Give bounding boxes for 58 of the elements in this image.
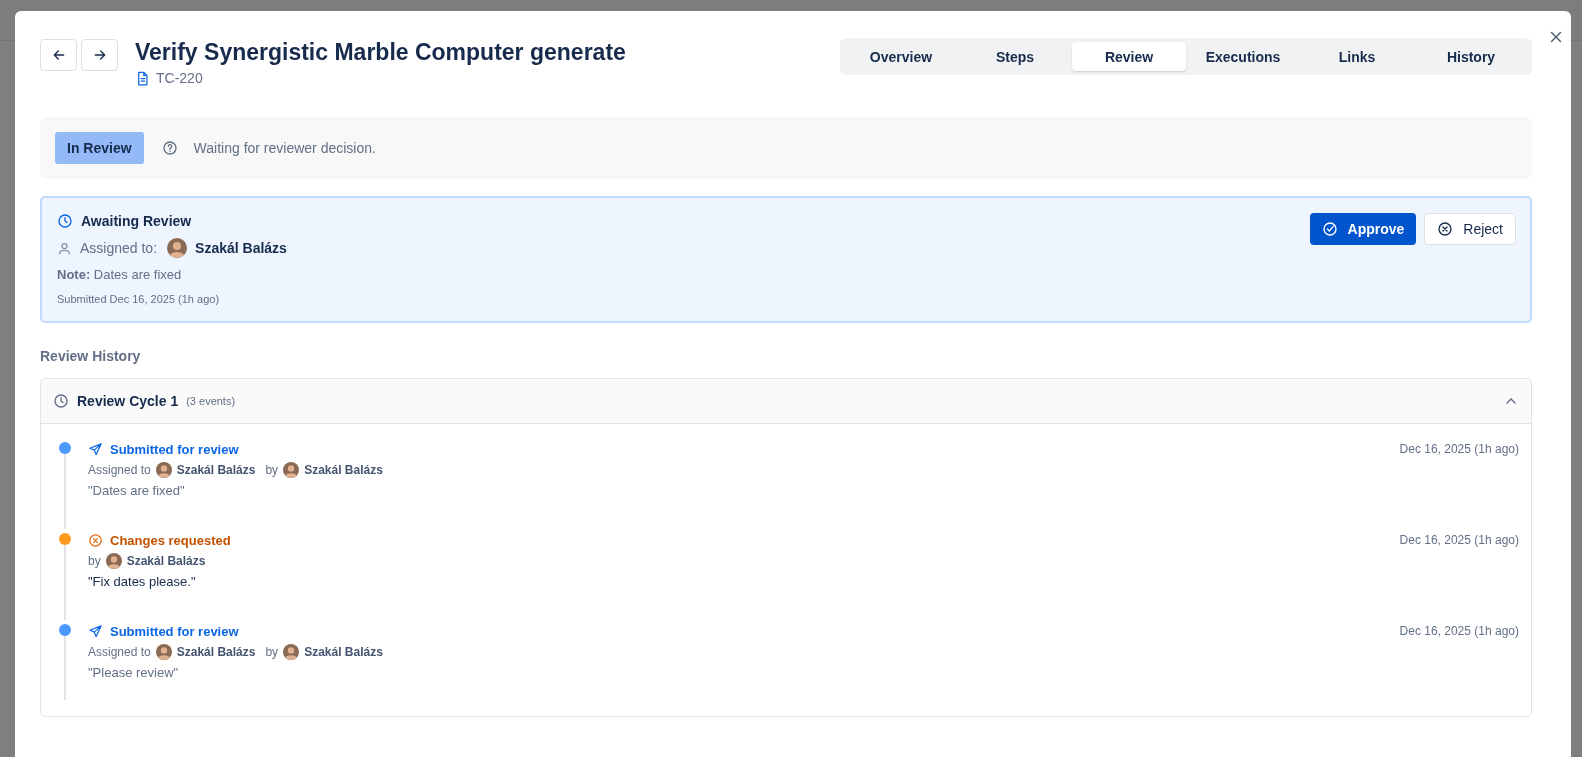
send-icon [88,624,103,639]
event-comment: "Dates are fixed" [88,483,186,498]
assignee-name: Szakál Balázs [195,240,287,256]
document-icon [135,70,150,86]
person-name: Szakál Balázs [176,645,256,659]
assigned-label: Assigned to [88,463,151,477]
user-icon [57,240,72,256]
tab[interactable]: Review [1072,42,1186,71]
tab[interactable]: Steps [958,42,1072,71]
by-label: by [265,463,279,477]
tab[interactable]: Executions [1186,42,1300,71]
event-title: Submitted for review [110,624,239,639]
event-title: Submitted for review [110,442,239,457]
assigned-label: Assigned to [88,645,151,659]
tab[interactable]: Links [1300,42,1414,71]
event-comment: "Fix dates please." [88,574,197,589]
status-message: Waiting for reviewer decision. [193,140,376,156]
dialog-title: Verify Synergistic Marble Computer generate [135,38,627,67]
event-time: Dec 16, 2025 (1h ago) [1399,533,1519,547]
avatar [105,553,122,569]
clock-icon [57,213,73,229]
send-icon [88,442,103,457]
avatar [167,238,188,258]
section-title: Review History [40,348,142,364]
tab[interactable]: History [1414,42,1528,71]
check-circle-icon [1321,221,1338,237]
by-label: by [265,645,279,659]
help-icon [161,140,178,156]
cycle-header[interactable]: Review Cycle 1 (3 events) [41,379,1531,424]
person-name: Szakál Balázs [304,645,383,659]
reject-button[interactable]: Reject [1424,213,1516,245]
cycle-title: Review Cycle 1 [77,393,179,409]
person-name: Szakál Balázs [126,554,206,568]
clock-icon [53,393,69,409]
person-name: Szakál Balázs [176,463,256,477]
event-title: Changes requested [110,533,231,548]
x-circle-icon [88,533,103,548]
previous-button[interactable] [40,39,77,71]
avatar [283,644,300,660]
review-note: Note: Dates are fixed [57,267,183,282]
event-count: (3 events) [186,395,236,407]
next-button[interactable] [81,39,118,71]
event-time: Dec 16, 2025 (1h ago) [1399,442,1519,456]
status-badge: In Review [55,132,144,164]
x-circle-icon [1437,221,1454,237]
avatar [283,462,300,478]
tab[interactable]: Overview [844,42,958,71]
avatar [155,462,172,478]
event-time: Dec 16, 2025 (1h ago) [1399,624,1519,638]
card-title: Awaiting Review [81,213,192,229]
person-name: Szakál Balázs [304,463,383,477]
avatar [155,644,172,660]
by-label: by [88,554,101,568]
assigned-label: Assigned to: [80,240,158,256]
approve-button[interactable]: Approve [1309,213,1417,245]
submitted-date: Submitted Dec 16, 2025 (1h ago) [57,293,221,305]
event-comment: "Please review" [88,665,180,680]
test-case-key: TC-220 [156,70,203,86]
